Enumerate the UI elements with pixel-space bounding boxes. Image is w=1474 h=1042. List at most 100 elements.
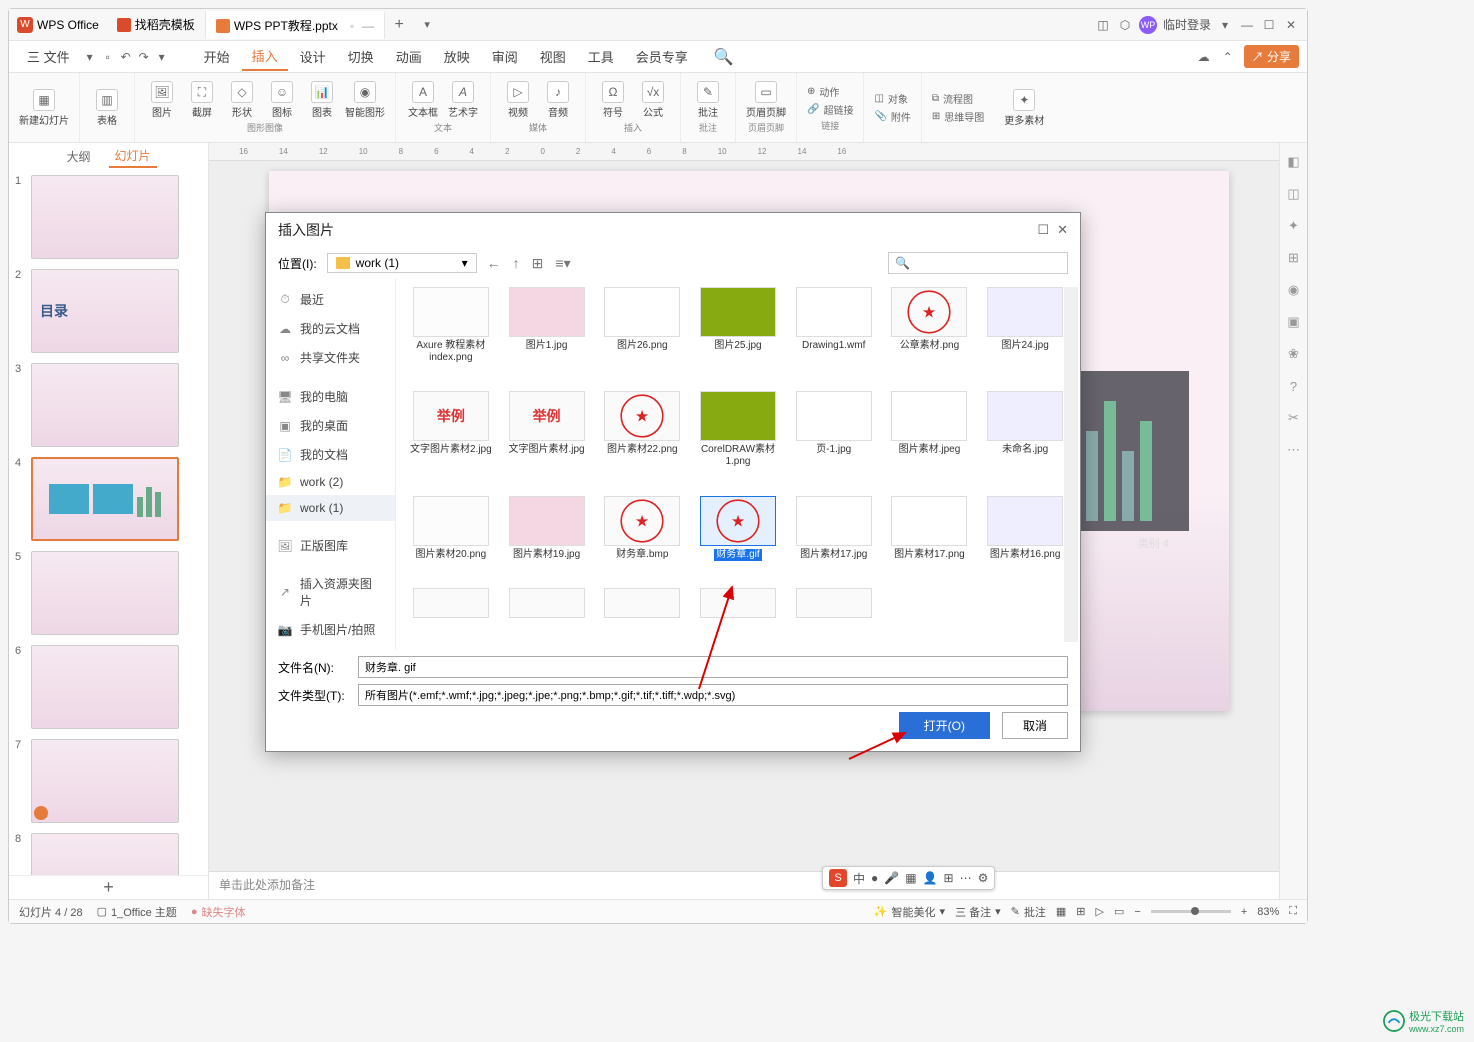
menu-play[interactable]: 放映: [434, 43, 480, 70]
sidepanel-icon-3[interactable]: ✦: [1285, 217, 1303, 235]
login-label[interactable]: 临时登录: [1163, 16, 1211, 33]
chevron-down-icon[interactable]: ▾: [1217, 17, 1233, 33]
ribbon-hyperlink[interactable]: 🔗 超链接: [807, 101, 853, 117]
add-slide-button[interactable]: +: [9, 875, 208, 899]
avatar[interactable]: WP: [1139, 16, 1157, 34]
ribbon-symbol[interactable]: Ω符号: [596, 81, 630, 119]
ribbon-wordart[interactable]: A艺术字: [446, 81, 480, 119]
slide-thumb-7[interactable]: 7: [15, 739, 202, 823]
menu-anim[interactable]: 动画: [386, 43, 432, 70]
view-normal-icon[interactable]: ▦: [1056, 905, 1066, 918]
menu-view[interactable]: 视图: [530, 43, 576, 70]
view-reading-icon[interactable]: ▭: [1114, 905, 1124, 918]
side-toolbar: ◧ ◫ ✦ ⊞ ◉ ▣ ❀ ? ✂ ⋯: [1279, 143, 1307, 899]
ribbon-shape[interactable]: ◇形状: [225, 81, 259, 119]
ribbon-more[interactable]: ✦更多素材: [1004, 89, 1044, 127]
titlebar-grid-icon[interactable]: ◫: [1095, 17, 1111, 33]
sidepanel-icon-7[interactable]: ❀: [1285, 345, 1303, 363]
ribbon-audio[interactable]: ♪音频: [541, 81, 575, 119]
slide-thumb-8[interactable]: 8: [15, 833, 202, 875]
tab-document[interactable]: WPS PPT教程.pptx ◦ —: [206, 11, 385, 39]
tab-slides[interactable]: 幻灯片: [109, 145, 157, 168]
zoom-in-icon[interactable]: +: [1241, 906, 1247, 918]
ribbon-new-slide[interactable]: ▦新建幻灯片: [19, 89, 69, 127]
slide-thumb-3[interactable]: 3: [15, 363, 202, 447]
qat-more-icon[interactable]: ▾: [154, 49, 170, 65]
ribbon-flowchart[interactable]: ⧉ 流程图: [932, 91, 973, 107]
qat-undo-icon[interactable]: ↶: [118, 49, 134, 65]
sidepanel-icon-2[interactable]: ◫: [1285, 185, 1303, 203]
ribbon: ▦新建幻灯片 ▥表格 🖼图片 ⛶截屏 ◇形状 ☺图标 📊图表 ◉智能图形 图形图…: [9, 73, 1307, 143]
menu-transition[interactable]: 切换: [338, 43, 384, 70]
qat-save-icon[interactable]: ▫: [100, 49, 116, 65]
zoom-slider[interactable]: [1151, 910, 1231, 913]
slide-thumb-6[interactable]: 6: [15, 645, 202, 729]
zoom-fit-icon[interactable]: ⛶: [1289, 905, 1297, 918]
ribbon-screenshot[interactable]: ⛶截屏: [185, 81, 219, 119]
window-close-icon[interactable]: ✕: [1283, 17, 1299, 33]
collapse-ribbon-icon[interactable]: ⌃: [1220, 49, 1236, 65]
tab-outline[interactable]: 大纲: [60, 146, 96, 167]
ribbon-table[interactable]: ▥表格: [90, 89, 124, 127]
ime-toolbar[interactable]: S 中 ●🎤▦👤⊞⋯⚙: [822, 866, 995, 890]
sidepanel-icon-6[interactable]: ▣: [1285, 313, 1303, 331]
slide-thumb-2[interactable]: 2目录: [15, 269, 202, 353]
zoom-value[interactable]: 83%: [1257, 906, 1279, 918]
ribbon-equation[interactable]: √x公式: [636, 81, 670, 119]
window-max-icon[interactable]: ☐: [1261, 17, 1277, 33]
ribbon-picture[interactable]: 🖼图片: [145, 81, 179, 119]
titlebar-cube-icon[interactable]: ⬡: [1117, 17, 1133, 33]
window-min-icon[interactable]: —: [1239, 17, 1255, 33]
status-theme[interactable]: ▢ 1_Office 主题: [97, 904, 177, 920]
ribbon-attach[interactable]: 📎 附件: [874, 109, 910, 125]
sidepanel-icon-9[interactable]: ✂: [1285, 409, 1303, 427]
slide-thumb-1[interactable]: 1: [15, 175, 202, 259]
search-icon[interactable]: 🔍: [714, 47, 734, 67]
tab-template[interactable]: 找稻壳模板: [107, 11, 206, 39]
ribbon-icon[interactable]: ☺图标: [265, 81, 299, 119]
tab-list-icon[interactable]: ▾: [413, 18, 441, 31]
sidepanel-icon-10[interactable]: ⋯: [1285, 441, 1303, 459]
share-button[interactable]: ↗ 分享: [1244, 45, 1299, 68]
app-logo: W WPS Office: [9, 17, 107, 33]
menu-review[interactable]: 审阅: [482, 43, 528, 70]
ruler-horizontal: 1614121086420246810121416: [209, 143, 1279, 161]
view-sorter-icon[interactable]: ⊞: [1076, 905, 1085, 918]
notes-pane[interactable]: 单击此处添加备注: [209, 871, 1279, 899]
ribbon-object[interactable]: ◫ 对象: [874, 91, 907, 107]
ribbon-textbox[interactable]: A文本框: [406, 81, 440, 119]
sidepanel-icon-1[interactable]: ◧: [1285, 153, 1303, 171]
menu-file[interactable]: 三 文件: [17, 43, 80, 70]
status-beautify[interactable]: ✨ 智能美化 ▾: [874, 904, 945, 920]
sidepanel-icon-8[interactable]: ?: [1285, 377, 1303, 395]
tab-menu-icon[interactable]: ◦: [350, 19, 354, 33]
ribbon-comment[interactable]: ✎批注: [691, 81, 725, 119]
zoom-out-icon[interactable]: −: [1134, 906, 1140, 918]
ribbon-chart[interactable]: 📊图表: [305, 81, 339, 119]
view-play-icon[interactable]: ▷: [1096, 905, 1104, 918]
status-missing-font[interactable]: ● 缺失字体: [191, 904, 246, 920]
ribbon-smartart[interactable]: ◉智能图形: [345, 81, 385, 119]
ribbon-mindmap[interactable]: ⊞ 思维导图: [932, 109, 984, 125]
menu-file-dropdown-icon[interactable]: ▾: [82, 49, 98, 65]
slide-thumb-5[interactable]: 5: [15, 551, 202, 635]
ribbon-video[interactable]: ▷视频: [501, 81, 535, 119]
sidepanel-icon-4[interactable]: ⊞: [1285, 249, 1303, 267]
menubar: 三 文件 ▾ ▫ ↶ ↷ ▾ 开始 插入 设计 切换 动画 放映 审阅 视图 工…: [9, 41, 1307, 73]
slide-thumbnails: 1 2目录 3 4 5 6 7 8: [9, 169, 208, 875]
cloud-sync-icon[interactable]: ☁: [1196, 49, 1212, 65]
qat-redo-icon[interactable]: ↷: [136, 49, 152, 65]
menu-start[interactable]: 开始: [194, 43, 240, 70]
status-comment[interactable]: ✎ 批注: [1011, 904, 1046, 920]
ribbon-header-footer[interactable]: ▭页眉页脚: [746, 81, 786, 119]
ribbon-action[interactable]: ⊕ 动作: [807, 83, 839, 99]
tab-add-button[interactable]: +: [385, 16, 413, 34]
sidepanel-icon-5[interactable]: ◉: [1285, 281, 1303, 299]
status-notes[interactable]: 三 备注 ▾: [955, 904, 1001, 920]
slide-thumb-4[interactable]: 4: [15, 457, 202, 541]
menu-design[interactable]: 设计: [290, 43, 336, 70]
menu-vip[interactable]: 会员专享: [626, 43, 698, 70]
tab-close-icon[interactable]: —: [362, 19, 374, 33]
menu-tools[interactable]: 工具: [578, 43, 624, 70]
menu-insert[interactable]: 插入: [242, 42, 288, 71]
